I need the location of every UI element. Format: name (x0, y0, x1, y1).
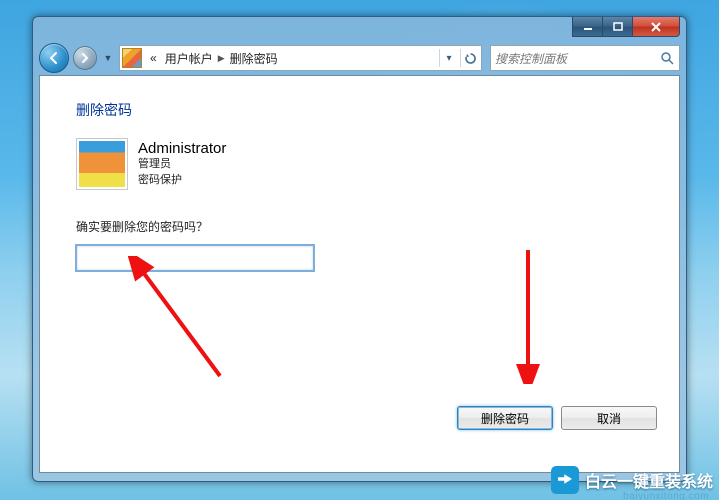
nav-history-dropdown[interactable]: ▼ (101, 47, 115, 69)
confirmation-prompt: 确实要删除您的密码吗？ (76, 218, 643, 235)
watermark-logo-icon (551, 466, 579, 494)
refresh-button[interactable] (460, 49, 479, 67)
breadcrumb-remove-password[interactable]: 删除密码 (226, 50, 282, 67)
user-accounts-icon (122, 48, 142, 68)
remove-password-button[interactable]: 删除密码 (457, 406, 553, 430)
password-input[interactable] (76, 245, 314, 271)
maximize-button[interactable] (603, 17, 633, 37)
address-dropdown[interactable]: ▾ (439, 49, 458, 67)
control-panel-window: ▼ « 用户帐户 ▶ 删除密码 ▾ 搜索控制面板 (32, 16, 687, 482)
address-bar[interactable]: « 用户帐户 ▶ 删除密码 ▾ (119, 45, 482, 71)
window-controls (572, 17, 680, 37)
page-title: 删除密码 (76, 100, 643, 120)
dialog-buttons: 删除密码 取消 (457, 406, 657, 430)
breadcrumb-root[interactable]: « (146, 51, 161, 65)
back-button[interactable] (39, 43, 69, 73)
breadcrumb-user-accounts[interactable]: 用户帐户 (161, 50, 217, 67)
user-role: 管理员 (138, 157, 226, 172)
arrow-left-icon (47, 51, 61, 65)
desktop-background: ▼ « 用户帐户 ▶ 删除密码 ▾ 搜索控制面板 (0, 0, 719, 500)
chevron-down-icon: ▾ (446, 53, 451, 64)
close-icon (650, 21, 662, 33)
close-button[interactable] (633, 17, 680, 37)
watermark-url: baiyunxitong.com (623, 491, 709, 500)
search-placeholder: 搜索控制面板 (495, 50, 567, 67)
refresh-icon (464, 52, 477, 65)
minimize-button[interactable] (572, 17, 603, 37)
avatar-image (79, 141, 125, 187)
search-input[interactable]: 搜索控制面板 (490, 45, 680, 71)
watermark-text: 白云一键重装系统 (585, 468, 713, 492)
window-titlebar (39, 23, 680, 43)
forward-button[interactable] (73, 46, 97, 70)
navigation-row: ▼ « 用户帐户 ▶ 删除密码 ▾ 搜索控制面板 (39, 43, 680, 73)
maximize-icon (613, 22, 623, 32)
minimize-icon (583, 22, 593, 32)
user-name: Administrator (138, 140, 226, 157)
user-info-block: Administrator 管理员 密码保护 (76, 138, 643, 190)
avatar (76, 138, 128, 190)
user-protection: 密码保护 (138, 173, 226, 188)
search-icon (659, 50, 675, 66)
chevron-right-icon: ▶ (217, 53, 226, 64)
arrow-right-icon (79, 52, 91, 64)
cancel-button[interactable]: 取消 (561, 406, 657, 430)
watermark: 白云一键重装系统 (551, 466, 713, 494)
content-area: 删除密码 Administrator 管理员 密码保护 确实要删除您的密码吗？ … (39, 75, 680, 473)
